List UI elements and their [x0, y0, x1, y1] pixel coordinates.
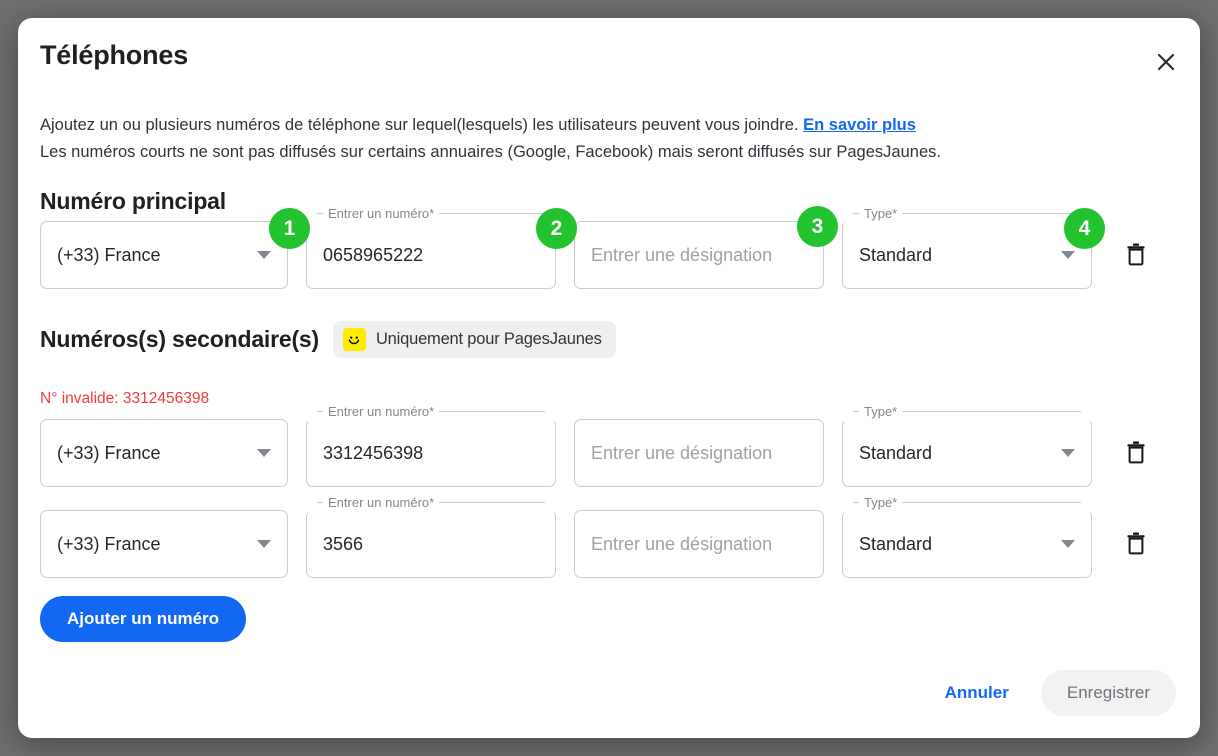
type-select-notch-2: Type* [853, 405, 1081, 418]
designation-input-3[interactable]: Entrer une désignation [574, 510, 824, 578]
chevron-down-icon [1061, 449, 1075, 457]
telephones-dialog: Téléphones Ajoutez un ou plusieurs numér… [18, 18, 1200, 738]
type-select-3[interactable]: Type* Standard [842, 496, 1092, 578]
annotation-marker-1: 1 [269, 208, 310, 249]
primary-number-title: Numéro principal [40, 188, 226, 214]
annotation-marker-3: 3 [797, 206, 838, 247]
type-select-value-3: Standard [859, 533, 933, 554]
number-input-label-3: Entrer un numéro* [323, 496, 440, 509]
type-select-notch-3: Type* [853, 496, 1081, 509]
delete-row-button-3[interactable] [1116, 524, 1156, 564]
invalid-number-error: N° invalide: 3312456398 [40, 390, 210, 407]
phone-row-secondary-2: (+33) France Entrer un numéro* 3566 Entr… [40, 496, 1180, 583]
country-select-value-1: (+33) France [57, 244, 161, 265]
number-input-notch-1: Entrer un numéro* [317, 207, 545, 220]
number-input-1[interactable]: Entrer un numéro* 0658965222 [306, 207, 556, 289]
annotation-marker-2: 2 [536, 208, 577, 249]
dialog-description: Ajoutez un ou plusieurs numéros de télép… [40, 112, 1160, 166]
pagesjaunes-badge-label: Uniquement pour PagesJaunes [375, 330, 602, 348]
designation-input-1[interactable]: Entrer une désignation [574, 221, 824, 289]
type-select-label-1: Type* [859, 207, 903, 220]
description-text-line2: Les numéros courts ne sont pas diffusés … [40, 143, 941, 161]
number-input-label-2: Entrer un numéro* [323, 405, 440, 418]
dialog-footer: Annuler Enregistrer [935, 670, 1176, 716]
type-select-value-1: Standard [859, 244, 933, 265]
description-text-line1: Ajoutez un ou plusieurs numéros de télép… [40, 116, 804, 134]
designation-input-2[interactable]: Entrer une désignation [574, 419, 824, 487]
number-input-value-1: 0658965222 [323, 244, 424, 265]
country-select-2[interactable]: (+33) France [40, 419, 288, 487]
country-select-value-2: (+33) France [57, 442, 161, 463]
type-select-1[interactable]: Type* Standard [842, 207, 1092, 289]
number-input-2[interactable]: Entrer un numéro* 3312456398 [306, 405, 556, 487]
number-input-3[interactable]: Entrer un numéro* 3566 [306, 496, 556, 578]
type-select-label-3: Type* [859, 496, 903, 509]
number-input-notch-3: Entrer un numéro* [317, 496, 545, 509]
country-select-1[interactable]: (+33) France [40, 221, 288, 289]
number-input-notch-2: Entrer un numéro* [317, 405, 545, 418]
country-select-value-3: (+33) France [57, 533, 161, 554]
close-icon [1155, 51, 1177, 73]
cancel-button[interactable]: Annuler [935, 675, 1019, 711]
close-button[interactable] [1148, 44, 1184, 80]
secondary-numbers-title: Numéros(s) secondaire(s) [40, 326, 319, 352]
trash-icon [1125, 242, 1147, 269]
chevron-down-icon [257, 540, 271, 548]
page-title: Téléphones [40, 40, 189, 70]
learn-more-link[interactable]: En savoir plus [803, 116, 916, 134]
phone-row-primary: (+33) France Entrer un numéro* 065896522… [40, 207, 1180, 294]
pagesjaunes-badge: Uniquement pour PagesJaunes [332, 321, 616, 358]
delete-row-button-2[interactable] [1116, 433, 1156, 473]
chevron-down-icon [1061, 251, 1075, 259]
type-select-2[interactable]: Type* Standard [842, 405, 1092, 487]
chevron-down-icon [257, 251, 271, 259]
primary-number-heading: Numéro principal [40, 188, 226, 215]
type-select-label-2: Type* [859, 405, 903, 418]
chevron-down-icon [1061, 540, 1075, 548]
number-input-value-3: 3566 [323, 533, 364, 554]
phone-row-secondary-1: (+33) France Entrer un numéro* 331245639… [40, 405, 1180, 492]
trash-icon [1125, 531, 1147, 558]
annotation-marker-4: 4 [1064, 208, 1105, 249]
add-number-button[interactable]: Ajouter un numéro [40, 596, 247, 642]
type-select-value-2: Standard [859, 442, 933, 463]
pagesjaunes-smiley-icon [342, 328, 366, 351]
delete-row-button-1[interactable] [1116, 235, 1156, 275]
designation-placeholder-3: Entrer une désignation [591, 533, 773, 554]
designation-placeholder-1: Entrer une désignation [591, 244, 773, 265]
type-select-notch-1: Type* [853, 207, 1081, 220]
country-select-3[interactable]: (+33) France [40, 510, 288, 578]
secondary-numbers-heading: Numéros(s) secondaire(s) Uniquement pour… [40, 321, 616, 358]
number-input-label-1: Entrer un numéro* [323, 207, 440, 220]
trash-icon [1125, 440, 1147, 467]
save-button[interactable]: Enregistrer [1040, 670, 1176, 716]
chevron-down-icon [257, 449, 271, 457]
number-input-value-2: 3312456398 [323, 442, 424, 463]
designation-placeholder-2: Entrer une désignation [591, 442, 773, 463]
